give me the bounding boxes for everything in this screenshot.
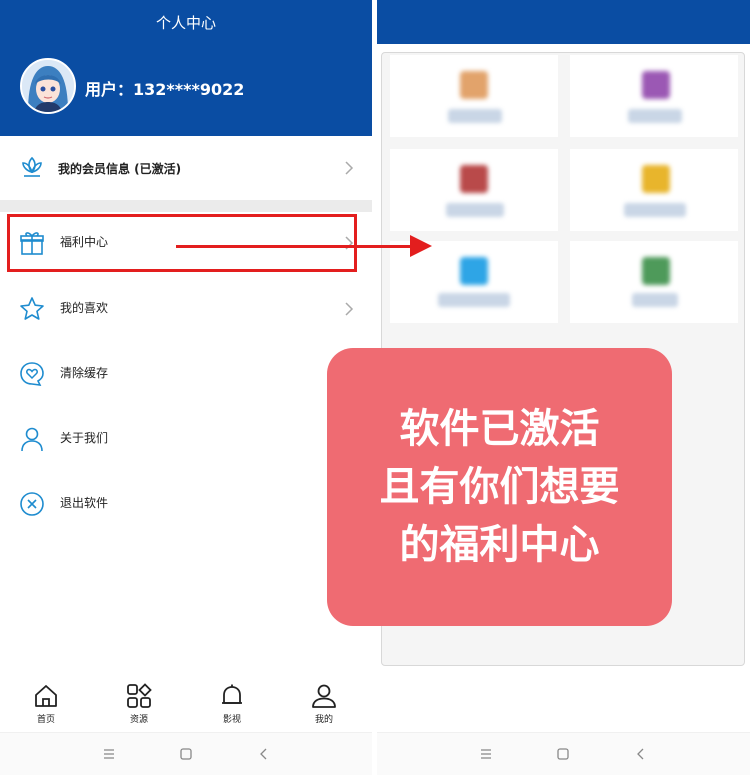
blurred-item-label xyxy=(438,293,510,307)
user-phone-label: 用户：132****9022 xyxy=(85,80,245,99)
menu-item-about-us[interactable]: 关于我们 xyxy=(0,409,372,469)
avatar[interactable] xyxy=(20,58,76,114)
welfare-item[interactable] xyxy=(390,149,558,231)
blurred-item-icon xyxy=(460,257,488,285)
blurred-item-label xyxy=(446,203,504,217)
tab-label: 我的 xyxy=(314,715,333,725)
lotus-icon xyxy=(22,156,42,177)
blurred-item-label xyxy=(448,109,502,123)
blurred-item-icon xyxy=(460,165,488,193)
menu-item-label: 清除缓存 xyxy=(60,366,109,380)
user-icon xyxy=(21,427,43,452)
menu-item-favorites[interactable]: 我的喜欢 xyxy=(0,279,372,339)
blurred-item-icon xyxy=(642,257,670,285)
member-info-row[interactable]: 我的会员信息 (已激活) xyxy=(0,136,372,200)
system-nav-bar xyxy=(0,732,372,775)
menu-item-exit-app[interactable]: 退出软件 xyxy=(0,474,372,534)
callout-line: 且有你们想要 xyxy=(379,464,620,510)
close-circle-icon xyxy=(20,492,44,516)
blurred-item-icon xyxy=(642,165,670,193)
arrow-head-icon xyxy=(410,235,432,257)
menu-icon[interactable] xyxy=(477,745,495,763)
callout-line: 软件已激活 xyxy=(399,406,600,452)
blurred-item-icon xyxy=(460,71,488,99)
left-screen: 个人中心 用户：132****9022 我的会员信息 (已激活) 福利中心 我的… xyxy=(0,0,372,775)
menu-item-clear-cache[interactable]: 清除缓存 xyxy=(0,344,372,404)
blurred-item-icon xyxy=(642,71,670,99)
tab-label: 影视 xyxy=(222,715,241,725)
section-divider xyxy=(0,200,372,212)
grid-icon xyxy=(127,683,152,708)
welfare-item[interactable] xyxy=(570,149,738,231)
page-title: 个人中心 xyxy=(155,14,216,32)
heart-bubble-icon xyxy=(20,362,44,386)
home-icon xyxy=(35,685,57,707)
back-icon[interactable] xyxy=(632,745,650,763)
system-nav-bar xyxy=(377,732,750,775)
menu-item-label: 我的喜欢 xyxy=(60,301,109,315)
tab-label: 首页 xyxy=(36,715,55,725)
person-icon xyxy=(312,684,336,708)
tab-home[interactable]: 首页 xyxy=(16,678,76,730)
welfare-item[interactable] xyxy=(390,55,558,137)
blurred-item-label xyxy=(628,109,682,123)
tab-mine[interactable]: 我的 xyxy=(294,678,354,730)
tab-video[interactable]: 影视 xyxy=(202,678,262,730)
welfare-header xyxy=(377,0,750,44)
tab-label: 资源 xyxy=(129,715,148,725)
bell-icon xyxy=(222,684,242,704)
blurred-item-label xyxy=(632,293,678,307)
welfare-item[interactable] xyxy=(570,55,738,137)
promo-callout: 软件已激活 且有你们想要 的福利中心 xyxy=(327,348,672,626)
home-square-icon[interactable] xyxy=(177,745,195,763)
home-square-icon[interactable] xyxy=(554,745,572,763)
menu-item-label: 退出软件 xyxy=(60,496,109,510)
arrow-line xyxy=(176,245,414,248)
back-icon[interactable] xyxy=(255,745,273,763)
chevron-right-icon xyxy=(345,302,354,316)
menu-item-label: 关于我们 xyxy=(60,431,109,445)
star-icon xyxy=(20,297,44,320)
profile-header: 个人中心 用户：132****9022 xyxy=(0,0,372,136)
menu-icon[interactable] xyxy=(100,745,118,763)
welfare-item[interactable] xyxy=(570,241,738,323)
bottom-tab-bar: 首页 资源 影视 我的 xyxy=(0,678,372,730)
member-info-label: 我的会员信息 (已激活) xyxy=(58,162,182,176)
callout-line: 的福利中心 xyxy=(399,522,600,568)
blurred-item-label xyxy=(624,203,686,217)
highlight-box xyxy=(7,214,357,272)
chevron-right-icon xyxy=(345,161,354,175)
tab-resources[interactable]: 资源 xyxy=(109,678,169,730)
